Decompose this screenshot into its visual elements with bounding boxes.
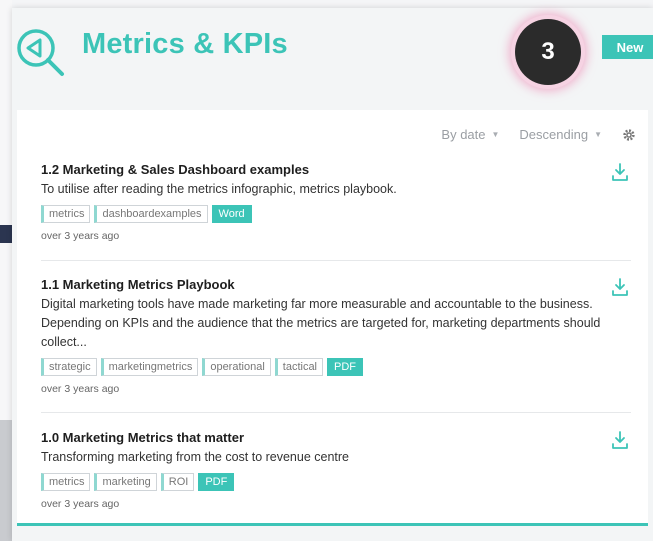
panel-header: Metrics & KPIs 3 New <box>12 8 653 110</box>
tag-list: metrics marketing ROI PDF <box>41 473 631 491</box>
download-icon[interactable] <box>611 277 629 297</box>
item-description: Digital marketing tools have made market… <box>41 297 601 349</box>
divider <box>41 412 631 413</box>
sort-order-label: Descending <box>519 127 589 142</box>
sort-order-dropdown[interactable]: Descending ▼ <box>519 127 602 142</box>
chevron-down-icon: ▼ <box>491 130 500 139</box>
timestamp: over 3 years ago <box>41 230 120 242</box>
new-button[interactable]: New <box>602 35 653 59</box>
step-badge: 3 <box>515 19 581 85</box>
list-item[interactable]: 1.1 Marketing Metrics Playbook Digital m… <box>41 277 631 395</box>
tag-list: strategic marketingmetrics operational t… <box>41 358 631 376</box>
tag[interactable]: metrics <box>41 205 91 223</box>
background-shape <box>0 420 12 541</box>
back-search-icon[interactable] <box>14 26 68 80</box>
sort-by-label: By date <box>441 127 486 142</box>
timestamp: over 3 years ago <box>41 383 120 395</box>
download-icon[interactable] <box>611 162 629 182</box>
list-item[interactable]: 1.0 Marketing Metrics that matter Transf… <box>41 430 631 510</box>
item-title[interactable]: 1.0 Marketing Metrics that matter <box>41 430 631 445</box>
background-dark-band <box>0 225 12 243</box>
tag[interactable]: operational <box>202 358 271 376</box>
file-type-badge: PDF <box>327 358 364 376</box>
gear-icon[interactable] <box>622 128 636 142</box>
page-title: Metrics & KPIs <box>82 28 288 60</box>
sort-toolbar: By date ▼ Descending ▼ <box>441 127 636 142</box>
tag[interactable]: tactical <box>274 358 324 376</box>
item-description: Transforming marketing from the cost to … <box>41 450 350 464</box>
documents-card: By date ▼ Descending ▼ 1.2 Marketing & S… <box>17 110 648 526</box>
tag[interactable]: ROI <box>160 473 195 491</box>
chevron-down-icon: ▼ <box>594 130 602 139</box>
file-type-badge: PDF <box>198 473 235 491</box>
timestamp: over 3 years ago <box>41 498 120 510</box>
tag[interactable]: strategic <box>41 358 97 376</box>
metrics-panel: Metrics & KPIs 3 New By date ▼ Descendin… <box>12 8 653 541</box>
item-title[interactable]: 1.1 Marketing Metrics Playbook <box>41 277 631 292</box>
item-title[interactable]: 1.2 Marketing & Sales Dashboard examples <box>41 162 631 177</box>
tag[interactable]: marketing <box>94 473 157 491</box>
list-item[interactable]: 1.2 Marketing & Sales Dashboard examples… <box>41 162 631 242</box>
download-icon[interactable] <box>611 430 629 450</box>
tag[interactable]: metrics <box>41 473 91 491</box>
item-description: To utilise after reading the metrics inf… <box>41 182 397 196</box>
tag[interactable]: marketingmetrics <box>100 358 199 376</box>
tag[interactable]: dashboardexamples <box>94 205 208 223</box>
sort-by-dropdown[interactable]: By date ▼ <box>441 127 499 142</box>
divider <box>41 260 631 261</box>
tag-list: metrics dashboardexamples Word <box>41 205 631 223</box>
file-type-badge: Word <box>211 205 252 223</box>
